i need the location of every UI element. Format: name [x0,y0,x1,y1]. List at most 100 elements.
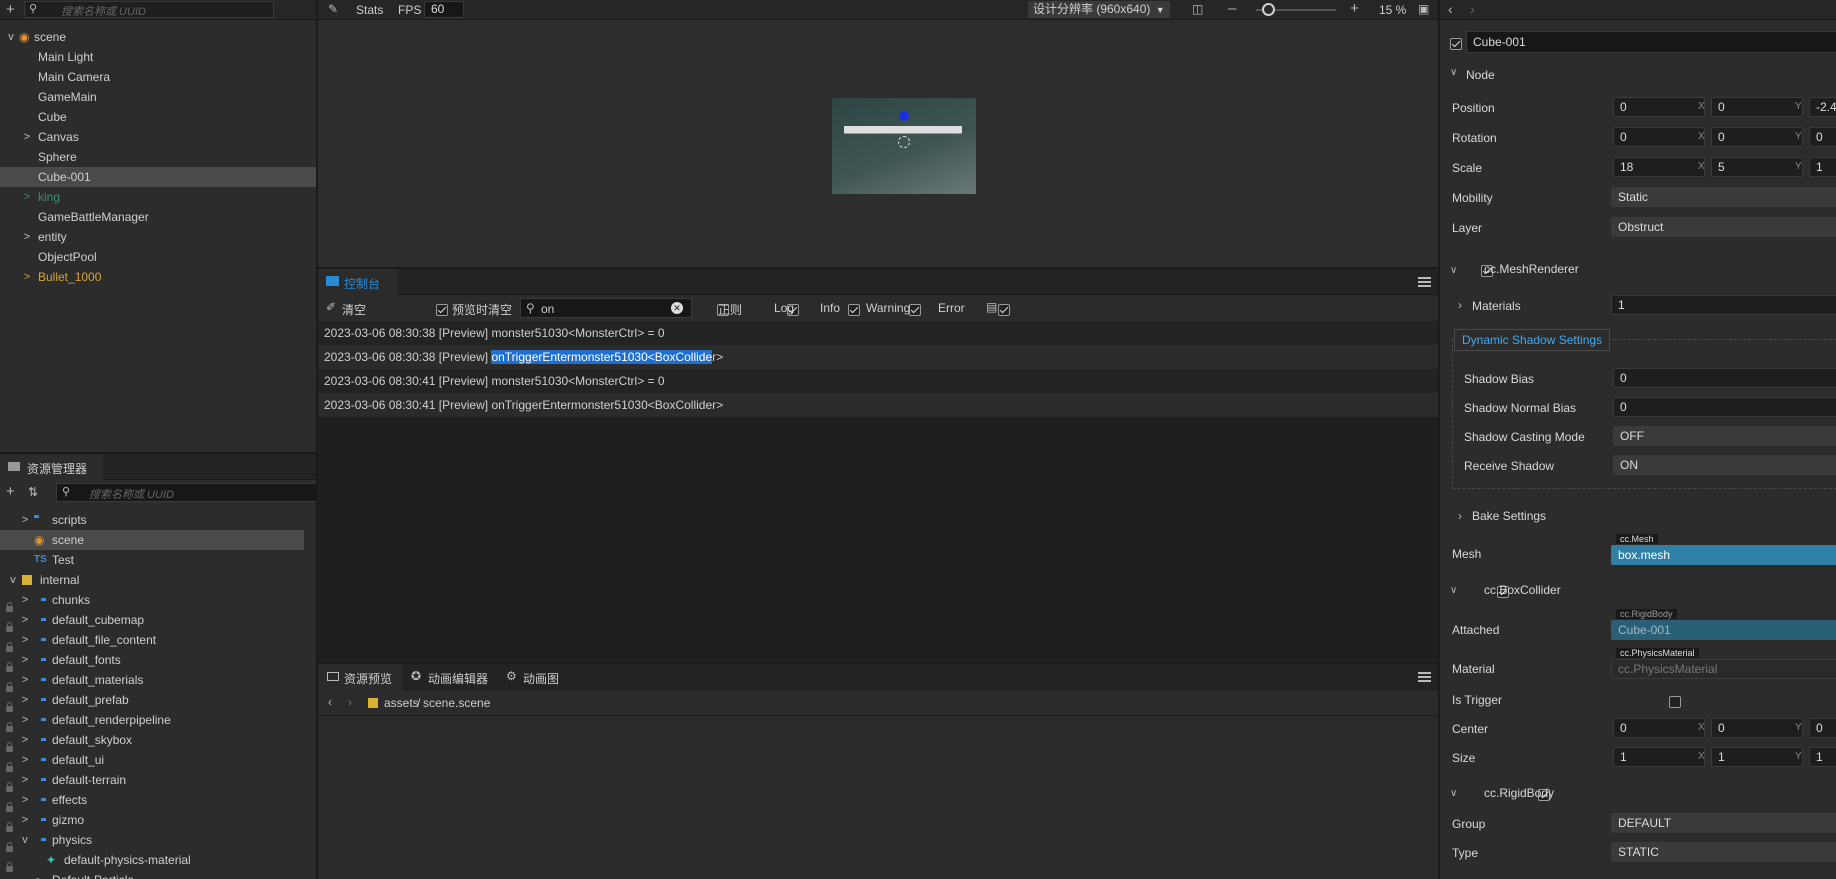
receive-shadow-select[interactable]: ON [1613,455,1836,475]
back-icon[interactable]: ‹ [1448,1,1453,17]
path-file[interactable]: scene.scene [423,696,490,710]
clear-on-preview-checkbox[interactable] [436,303,448,316]
asset-item[interactable]: ● Default-Particle [0,870,304,879]
asset-item[interactable]: > default_file_content [0,630,304,652]
tree-node[interactable]: Main Light [0,47,316,67]
center-x-input[interactable]: 0 [1613,718,1705,738]
shadow-casting-select[interactable]: OFF [1613,426,1836,446]
tab-animation-editor[interactable]: ✪ 动画编辑器 [404,664,496,690]
tree-node[interactable]: Main Camera [0,67,316,87]
clear-filter-icon[interactable]: ✕ [671,302,683,314]
tab-animation-graph[interactable]: ⚙ 动画图 [498,664,576,690]
node-name-input[interactable]: Cube-001 [1466,31,1836,53]
expand-arrow-icon[interactable]: > [20,650,30,670]
expand-materials-icon[interactable]: › [1458,298,1462,312]
node-active-checkbox[interactable] [1450,37,1462,50]
asset-item[interactable]: > default_cubemap [0,610,304,632]
console-log-file-icon[interactable]: ▤ [986,300,997,314]
forward-icon[interactable]: › [1470,1,1475,17]
expand-arrow-icon[interactable]: v [6,27,16,47]
collapse-rigidbody-icon[interactable]: ∨ [1450,788,1457,799]
collapse-meshrenderer-icon[interactable]: ∨ [1450,265,1457,276]
scene-tool-icon[interactable]: ✎ [328,2,338,16]
hierarchy-search-input[interactable]: ⚲ 搜索名称或 UUID [24,1,274,18]
expand-arrow-icon[interactable]: > [20,770,30,790]
collapse-node-icon[interactable]: ∨ [1450,67,1457,78]
expand-arrow-icon[interactable]: > [20,790,30,810]
zoom-slider-handle[interactable] [1262,3,1275,16]
asset-item[interactable]: > default_materials [0,670,304,692]
material-field[interactable]: cc.PhysicsMaterial [1611,659,1836,679]
expand-arrow-icon[interactable]: v [20,830,30,850]
stats-button[interactable]: Stats [356,3,383,17]
position-y-input[interactable]: 0 [1711,97,1803,117]
tree-node[interactable]: > Canvas [0,127,316,147]
type-select[interactable]: STATIC [1611,842,1836,862]
asset-item[interactable]: > chunks [0,590,304,612]
tree-root-scene[interactable]: v ◉ scene [0,27,316,47]
console-tab[interactable]: 控制台 [318,269,398,295]
expand-arrow-icon[interactable]: > [20,590,30,610]
path-dir[interactable]: assets [384,696,419,710]
expand-arrow-icon[interactable]: > [22,227,32,247]
expand-arrow-icon[interactable]: > [20,810,30,830]
lock-aspect-icon[interactable]: ◫ [1192,2,1203,16]
tree-node[interactable]: Cube [0,107,316,127]
asset-item[interactable]: > default_renderpipeline [0,710,304,732]
asset-item[interactable]: > default_prefab [0,690,304,712]
layer-select[interactable]: Obstruct [1611,217,1836,237]
warning-checkbox[interactable] [909,303,922,316]
asset-item[interactable]: > default-terrain [0,770,304,792]
scale-x-input[interactable]: 18 [1613,157,1705,177]
collapse-boxcollider-icon[interactable]: ∨ [1450,585,1457,596]
group-select[interactable]: DEFAULT [1611,813,1836,833]
asset-item[interactable]: TS Test [0,550,304,570]
tree-node[interactable]: > entity [0,227,316,247]
center-y-input[interactable]: 0 [1711,718,1803,738]
asset-item[interactable]: > default_ui [0,750,304,772]
expand-arrow-icon[interactable]: > [20,670,30,690]
console-menu-icon[interactable] [1418,277,1431,287]
asset-item[interactable]: v physics [0,830,304,852]
size-z-input[interactable]: 1 [1809,747,1836,767]
center-z-input[interactable]: 0 [1809,718,1836,738]
tree-node[interactable]: Sphere [0,147,316,167]
tree-node[interactable]: GameMain [0,87,316,107]
resolution-dropdown[interactable]: 设计分辨率 (960x640) ▼ [1028,1,1170,18]
expand-arrow-icon[interactable]: > [20,730,30,750]
tree-node[interactable]: GameBattleManager [0,207,316,227]
add-asset-icon[interactable]: + [6,483,15,500]
tree-node[interactable]: > king [0,187,316,207]
add-node-icon[interactable]: + [6,1,15,18]
asset-item[interactable]: v internal [0,570,304,590]
fit-view-icon[interactable]: ▣ [1418,2,1429,16]
shadow-normal-bias-input[interactable]: 0 [1613,397,1836,417]
sort-icon[interactable]: ⇅ [28,485,38,499]
assets-search-input[interactable]: ⚲ 搜索名称或 UUID [56,483,316,502]
position-x-input[interactable]: 0 [1613,97,1705,117]
asset-item[interactable]: ✦ default-physics-material [0,850,304,872]
asset-item[interactable]: ◉ scene [0,530,304,550]
tree-node[interactable]: ObjectPool [0,247,316,267]
scale-z-input[interactable]: 1 [1809,157,1836,177]
console-log-line[interactable]: 2023-03-06 08:30:38 [Preview] onTriggerE… [318,345,1438,369]
assets-tab[interactable]: 资源管理器 [0,454,103,480]
expand-arrow-icon[interactable]: > [22,187,32,207]
mobility-select[interactable]: Static [1611,187,1836,207]
expand-arrow-icon[interactable]: > [20,610,30,630]
rotation-y-input[interactable]: 0 [1711,127,1803,147]
mesh-field[interactable]: box.mesh [1611,545,1836,565]
asset-item[interactable]: > default_fonts [0,650,304,672]
asset-item[interactable]: > gizmo [0,810,304,832]
asset-item[interactable]: > default_skybox [0,730,304,752]
tree-node[interactable]: Cube-001 [0,167,316,187]
expand-arrow-icon[interactable]: > [22,127,32,147]
expand-arrow-icon[interactable]: v [8,570,18,590]
info-checkbox[interactable] [848,303,861,316]
shadow-bias-input[interactable]: 0 [1613,368,1836,388]
expand-arrow-icon[interactable]: > [20,690,30,710]
size-y-input[interactable]: 1 [1711,747,1803,767]
asset-item[interactable]: > effects [0,790,304,812]
rotation-x-input[interactable]: 0 [1613,127,1705,147]
expand-arrow-icon[interactable]: > [20,630,30,650]
